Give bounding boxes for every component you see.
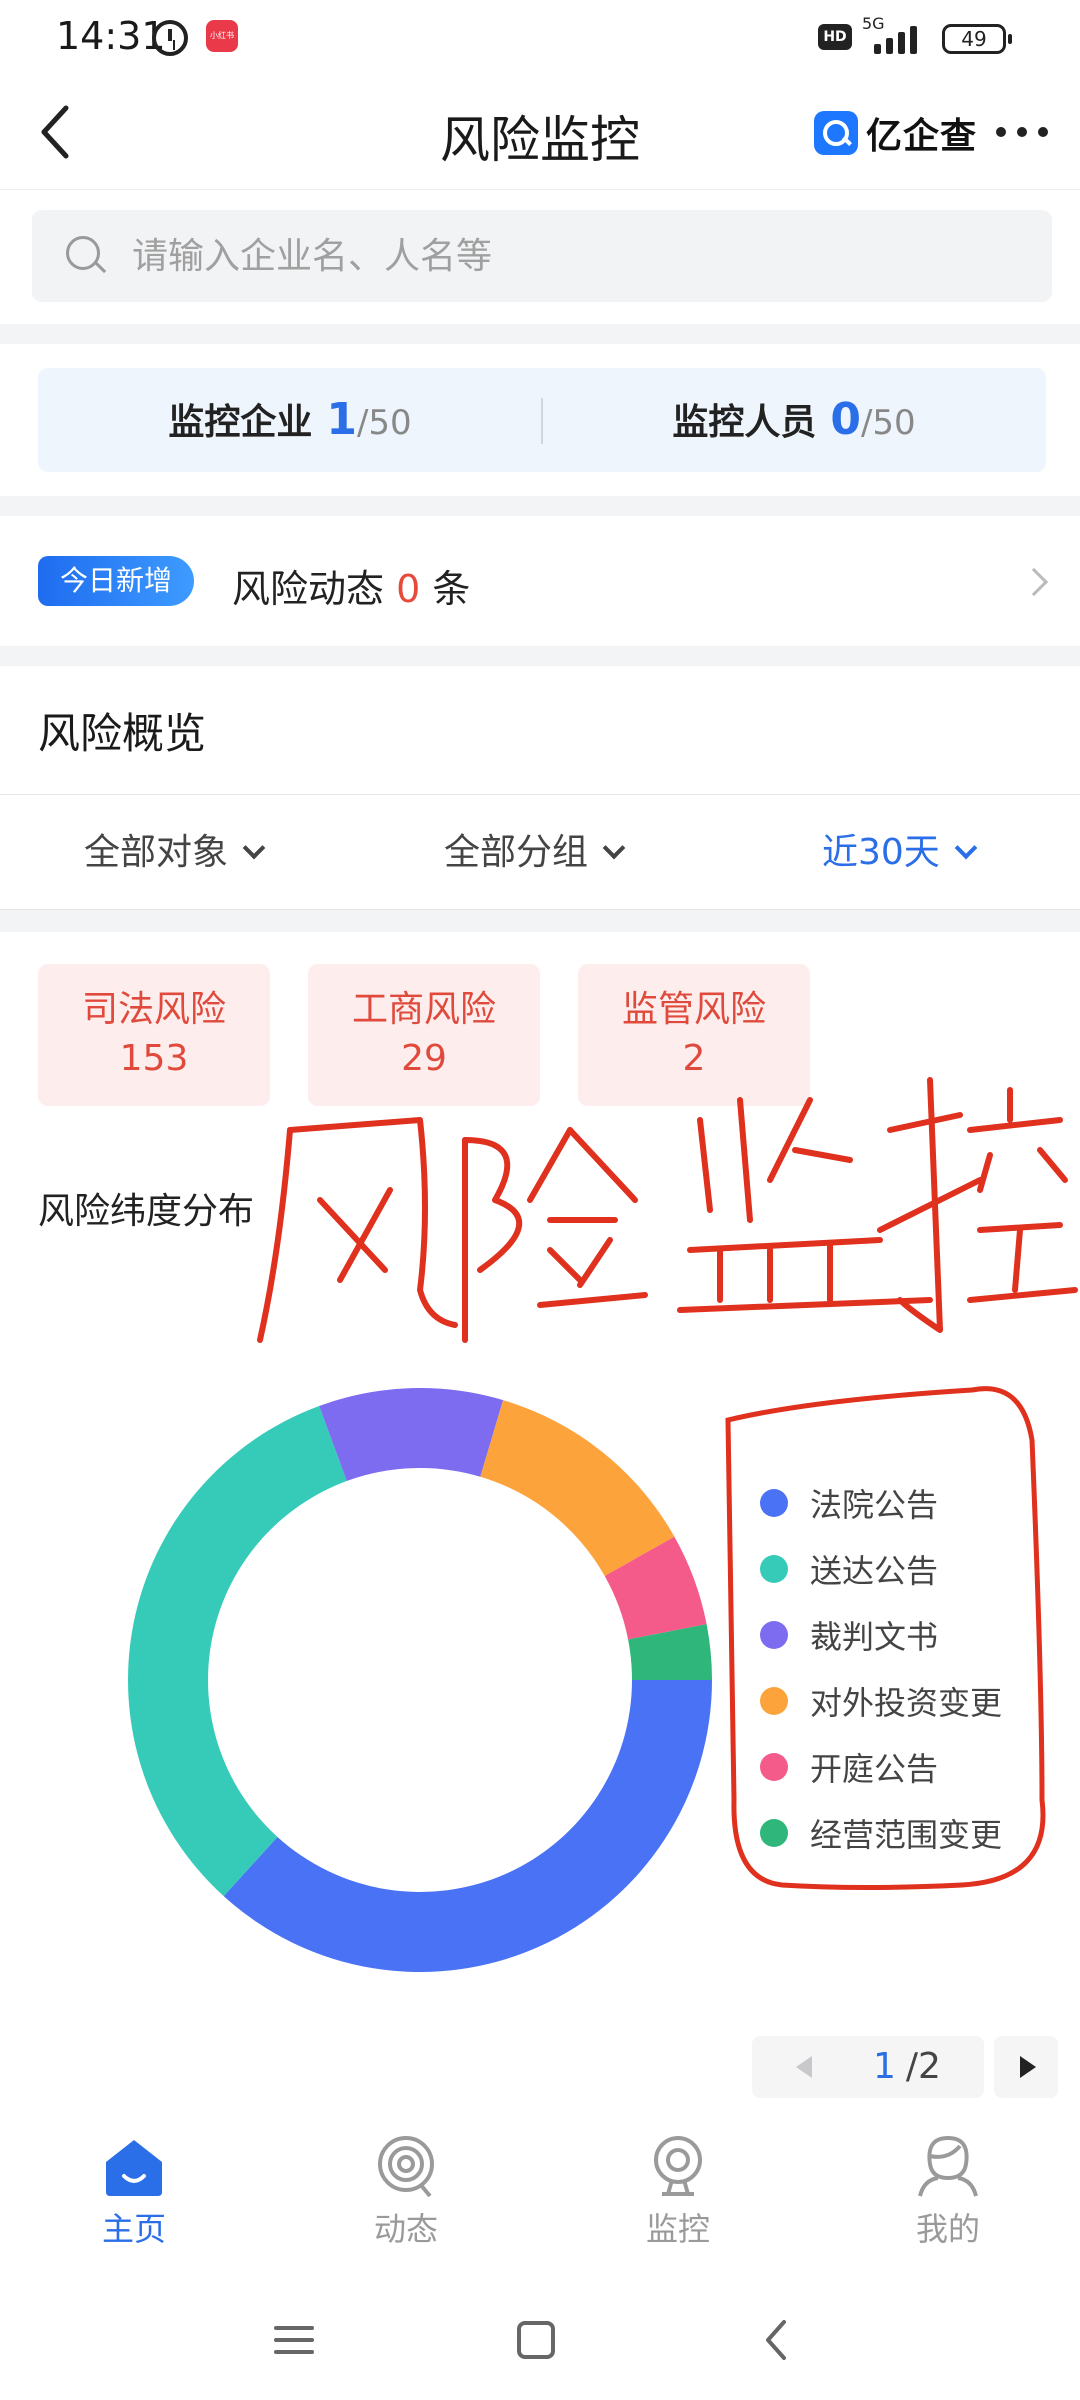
more-icon[interactable] [994, 124, 1050, 140]
nav-home[interactable]: 主页 [54, 2134, 214, 2264]
logo-text: 亿企查 [866, 116, 978, 157]
signal-icon [870, 22, 930, 54]
profile-icon [918, 2135, 978, 2197]
nav-monitor-label: 监控 [645, 2210, 710, 2248]
total-pages: /2 [905, 2046, 941, 2087]
next-page-button[interactable] [994, 2036, 1058, 2098]
nav-profile-label: 我的 [915, 2210, 980, 2248]
chevron-right-icon [1019, 567, 1049, 597]
donut-slice-1 [223, 1680, 712, 1972]
donut-slice-2 [127, 1405, 347, 1897]
home-icon [106, 2140, 162, 2196]
monitor-summary: 监控企业 1/50 监控人员 0/50 [38, 368, 1046, 472]
nav-profile[interactable]: 我的 [868, 2134, 1028, 2264]
today-risk-text: 风险动态 0 条 [232, 558, 470, 613]
handwritten-annotation [257, 1077, 1078, 1343]
search-input[interactable] [132, 210, 1012, 302]
monitor-person-total: /50 [860, 403, 916, 443]
legend-dot [760, 1555, 788, 1583]
legend-dot [760, 1687, 788, 1715]
battery-icon: 49 [942, 24, 1012, 54]
legend-label: 开庭公告 [810, 1750, 939, 1788]
filter-group-label: 全部分组 [444, 832, 589, 873]
today-risk-row[interactable]: 今日新增 风险动态 0 条 [0, 516, 1080, 646]
nav-activity[interactable]: 动态 [326, 2134, 486, 2264]
status-time: 14:31 [56, 14, 166, 58]
legend-dot [760, 1819, 788, 1847]
legend-item[interactable]: 法院公告 [760, 1470, 1040, 1536]
search-icon [66, 236, 106, 276]
current-page: 1 [873, 2046, 896, 2087]
risk-card-judicial[interactable]: 司法风险 153 [38, 964, 270, 1106]
legend-label: 法院公告 [810, 1486, 939, 1524]
back-nav-icon[interactable] [748, 2310, 808, 2370]
alarm-icon [152, 20, 188, 56]
monitor-company-count[interactable]: 监控企业 1/50 [38, 368, 542, 472]
legend-label: 送达公告 [810, 1552, 939, 1590]
chevron-down-icon [602, 836, 626, 860]
logo-icon [814, 111, 858, 155]
monitor-company-label: 监控企业 [168, 402, 313, 443]
monitor-person-count[interactable]: 监控人员 0/50 [542, 368, 1046, 472]
legend-label: 经营范围变更 [810, 1816, 1003, 1854]
monitor-camera-icon [654, 2136, 702, 2196]
divider [0, 496, 1080, 516]
legend-dot [760, 1489, 788, 1517]
filter-period-label: 近30天 [822, 832, 940, 873]
home-button-icon[interactable] [506, 2310, 566, 2370]
divider [0, 646, 1080, 666]
legend-label: 对外投资变更 [810, 1684, 1003, 1722]
system-nav [0, 2280, 1080, 2400]
search-bar[interactable] [32, 210, 1052, 302]
legend-dot [760, 1621, 788, 1649]
today-risk-count: 0 [396, 567, 421, 611]
filter-period[interactable]: 近30天 [822, 795, 978, 911]
xiaohongshu-app-icon: 小红书 [206, 20, 238, 52]
today-risk-label: 风险动态 [232, 567, 385, 611]
hd-icon: HD [818, 24, 852, 50]
monitor-company-total: /50 [356, 403, 412, 443]
monitor-company-value: 1 [326, 394, 357, 445]
filter-group[interactable]: 全部分组 [444, 795, 626, 911]
menu-icon[interactable] [264, 2310, 324, 2370]
risk-card-label: 工商风险 [351, 989, 496, 1030]
risk-card-label: 监管风险 [621, 989, 766, 1030]
page-indicator: 1/2 [830, 2036, 984, 2098]
filter-bar: 全部对象 全部分组 近30天 [0, 794, 1080, 910]
risk-card-label: 司法风险 [81, 989, 226, 1030]
filter-object[interactable]: 全部对象 [84, 795, 266, 911]
bottom-nav: 主页 动态 监控 我的 [0, 2118, 1080, 2274]
app-logo: 亿企查 [814, 106, 977, 160]
legend-label: 裁判文书 [810, 1618, 939, 1656]
today-risk-unit: 条 [432, 567, 471, 611]
divider [0, 324, 1080, 344]
filter-object-label: 全部对象 [84, 832, 229, 873]
activity-icon [378, 2136, 434, 2198]
legend-item[interactable]: 经营范围变更 [760, 1800, 1040, 1866]
chevron-down-icon [954, 836, 978, 860]
nav-activity-label: 动态 [373, 2210, 438, 2248]
nav-monitor[interactable]: 监控 [598, 2134, 758, 2264]
legend-item[interactable]: 对外投资变更 [760, 1668, 1040, 1734]
overview-title: 风险概览 [38, 709, 207, 758]
legend-item[interactable]: 裁判文书 [760, 1602, 1040, 1668]
chevron-down-icon [242, 836, 266, 860]
monitor-person-label: 监控人员 [672, 402, 817, 443]
risk-distribution-chart [127, 1388, 712, 1972]
legend-dot [760, 1753, 788, 1781]
today-new-badge: 今日新增 [38, 556, 195, 606]
donut-slice-3 [319, 1388, 504, 1482]
divider [0, 910, 1080, 932]
monitor-person-value: 0 [830, 394, 861, 445]
app-header: 风险监控 亿企查 [0, 76, 1080, 190]
legend-item[interactable]: 开庭公告 [760, 1734, 1040, 1800]
distribution-title: 风险纬度分布 [38, 1191, 255, 1232]
status-bar: 14:31 小红书 HD 5G 49 [0, 0, 1080, 76]
donut-slice-4 [480, 1400, 675, 1576]
legend-item[interactable]: 送达公告 [760, 1536, 1040, 1602]
nav-home-label: 主页 [101, 2210, 166, 2248]
risk-card-value: 153 [119, 1038, 189, 1079]
chart-legend: 法院公告送达公告裁判文书对外投资变更 开庭公告经营范围变更 [760, 1470, 1040, 1866]
